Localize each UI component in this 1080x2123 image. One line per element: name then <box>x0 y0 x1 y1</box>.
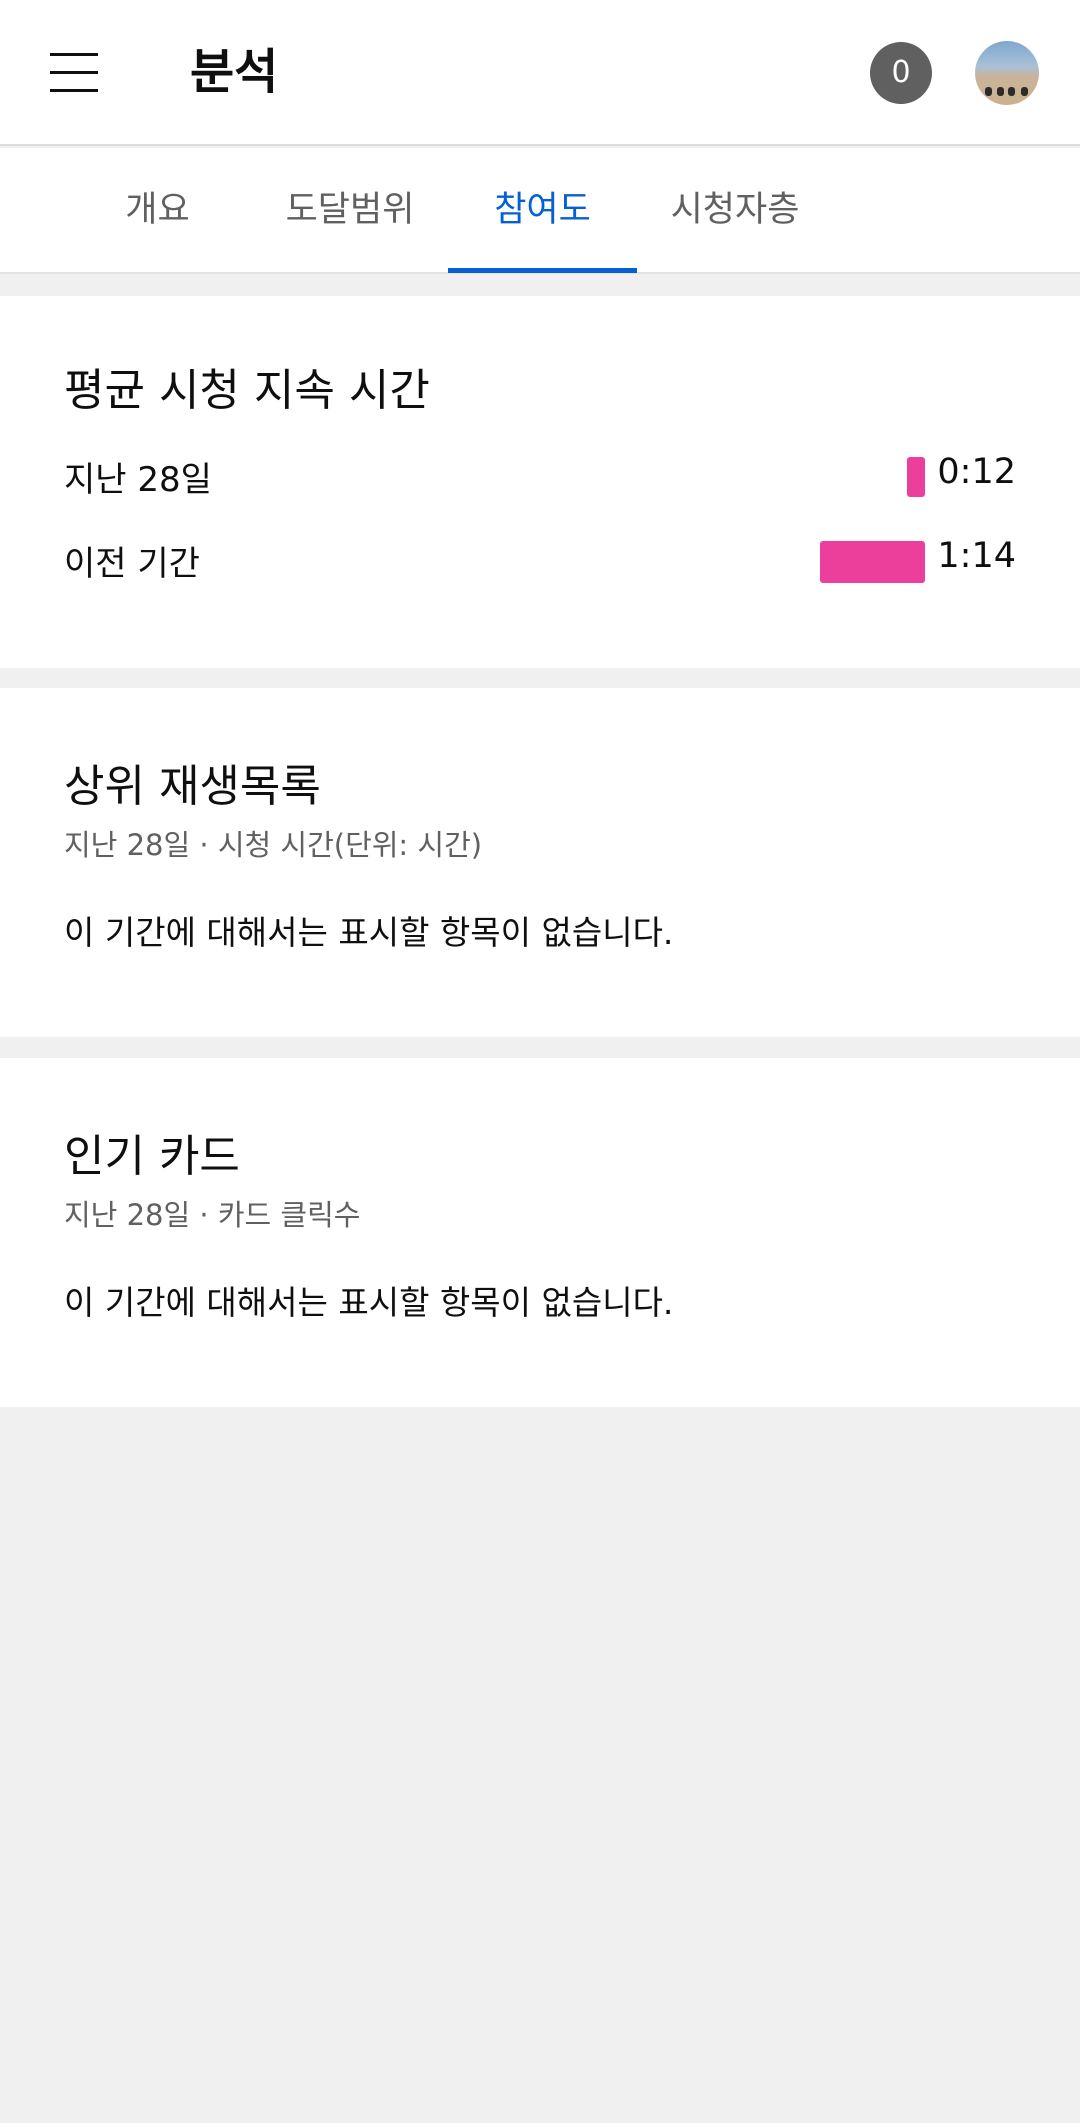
avatar-figure <box>1021 87 1028 96</box>
row-label-last-28-days: 지난 28일 <box>64 460 212 500</box>
top-cards-card: 인기 카드 지난 28일 · 카드 클릭수 이 기간에 대해서는 표시할 항목이… <box>0 1058 1080 1407</box>
tab-engagement[interactable]: 참여도 <box>448 148 637 272</box>
row-value-previous-period: 1:14 <box>937 536 1016 576</box>
menu-icon-line <box>50 89 98 92</box>
avatar-figure <box>985 87 992 96</box>
card-subtitle: 지난 28일 · 시청 시간(단위: 시간) <box>64 828 483 862</box>
bar-last-28-days <box>907 457 925 497</box>
card-title: 평균 시청 지속 시간 <box>64 365 430 416</box>
menu-icon-line <box>50 71 98 74</box>
card-title: 인기 카드 <box>64 1131 240 1182</box>
top-playlists-card: 상위 재생목록 지난 28일 · 시청 시간(단위: 시간) 이 기간에 대해서… <box>0 688 1080 1037</box>
page-title: 분석 <box>190 44 279 100</box>
empty-message: 이 기간에 대해서는 표시할 항목이 없습니다. <box>64 913 674 952</box>
bar-previous-period <box>820 541 925 583</box>
avg-view-duration-card: 평균 시청 지속 시간 지난 28일 0:12 이전 기간 1:14 <box>0 296 1080 668</box>
avatar-figure <box>997 87 1004 96</box>
tab-audience[interactable]: 시청자층 <box>655 148 815 272</box>
app-bar: 분석 0 <box>0 0 1080 146</box>
tab-overview[interactable]: 개요 <box>100 148 215 272</box>
card-title: 상위 재생목록 <box>64 761 321 812</box>
active-tab-indicator <box>448 268 637 273</box>
notification-badge[interactable]: 0 <box>870 42 932 104</box>
row-label-previous-period: 이전 기간 <box>64 544 200 584</box>
menu-button[interactable] <box>28 36 118 108</box>
tab-bar: 개요 도달범위 참여도 시청자층 <box>0 148 1080 274</box>
menu-icon-line <box>50 53 98 56</box>
card-subtitle: 지난 28일 · 카드 클릭수 <box>64 1198 361 1232</box>
tab-reach[interactable]: 도달범위 <box>270 148 430 272</box>
empty-message: 이 기간에 대해서는 표시할 항목이 없습니다. <box>64 1283 674 1322</box>
avatar[interactable] <box>975 41 1039 105</box>
row-value-last-28-days: 0:12 <box>937 452 1016 492</box>
avatar-figure <box>1008 87 1015 96</box>
